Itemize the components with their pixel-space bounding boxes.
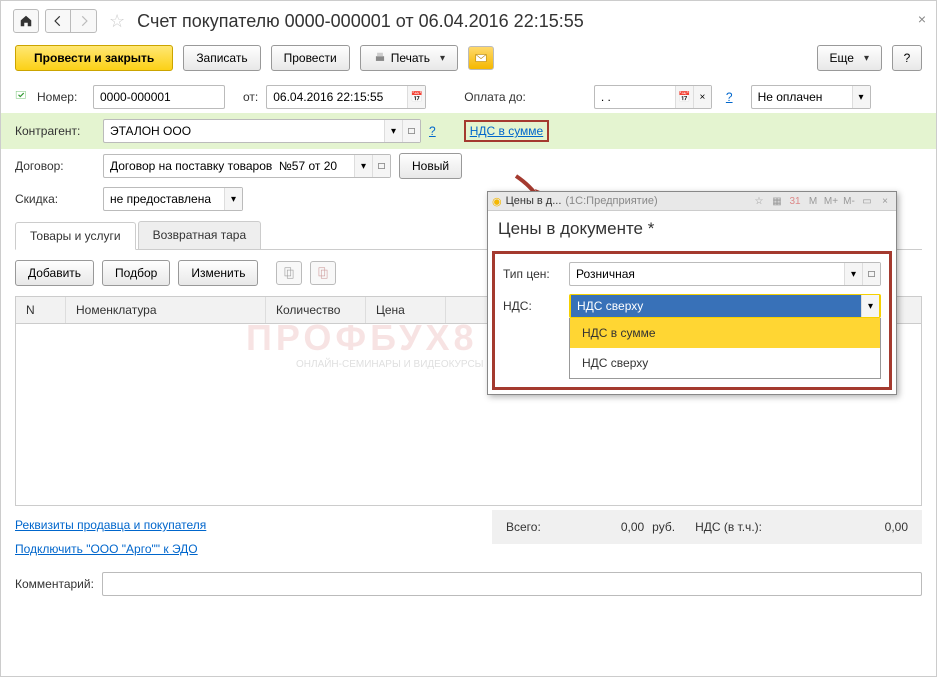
edit-button[interactable]: Изменить bbox=[178, 260, 258, 286]
col-item: Номенклатура bbox=[66, 297, 266, 323]
dd-item-vat-ontop[interactable]: НДС сверху bbox=[570, 348, 880, 378]
app-icon: ◉ bbox=[492, 195, 502, 208]
chevron-down-icon[interactable]: ▾ bbox=[384, 120, 402, 142]
tab-tara[interactable]: Возвратная тара bbox=[138, 221, 262, 249]
col-qty: Количество bbox=[266, 297, 366, 323]
open-icon[interactable]: □ bbox=[372, 155, 390, 177]
contractor-help[interactable]: ? bbox=[429, 124, 436, 138]
add-button[interactable]: Добавить bbox=[15, 260, 94, 286]
contract-input[interactable]: ▾□ bbox=[103, 154, 391, 178]
comment-label: Комментарий: bbox=[15, 577, 94, 591]
requisites-link[interactable]: Реквизиты продавца и покупателя bbox=[15, 518, 206, 532]
calc-icon[interactable]: ▦ bbox=[770, 194, 784, 208]
save-button[interactable]: Записать bbox=[183, 45, 260, 71]
price-type-label: Тип цен: bbox=[503, 267, 563, 281]
clear-icon[interactable]: × bbox=[693, 86, 711, 108]
vat-dropdown: НДС в сумме НДС сверху bbox=[569, 318, 881, 379]
discount-label: Скидка: bbox=[15, 192, 95, 206]
help-button[interactable]: ? bbox=[892, 45, 922, 71]
calendar-icon[interactable]: 📅 bbox=[675, 86, 693, 108]
paste-icon[interactable] bbox=[310, 261, 336, 285]
page-title: Счет покупателю 0000-000001 от 06.04.201… bbox=[137, 11, 584, 32]
total-label: Всего: bbox=[506, 520, 541, 534]
vat-select[interactable]: ▾ bbox=[569, 294, 881, 318]
date-label: от: bbox=[243, 90, 258, 104]
vat-link[interactable]: НДС в сумме bbox=[470, 124, 544, 138]
vat-label: НДС (в т.ч.): bbox=[695, 520, 762, 534]
mminus-icon[interactable]: M- bbox=[842, 194, 856, 208]
paydue-label: Оплата до: bbox=[464, 90, 526, 104]
copy-icon[interactable] bbox=[276, 261, 302, 285]
min-icon[interactable]: ▭ bbox=[860, 194, 874, 208]
calendar-icon[interactable]: 📅 bbox=[407, 86, 425, 108]
status-select[interactable]: ▾ bbox=[751, 85, 871, 109]
paydue-help[interactable]: ? bbox=[726, 90, 733, 104]
print-button[interactable]: Печать bbox=[360, 45, 458, 71]
contractor-label: Контрагент: bbox=[15, 124, 95, 138]
pick-button[interactable]: Подбор bbox=[102, 260, 170, 286]
mplus-icon[interactable]: M+ bbox=[824, 194, 838, 208]
popup-vat-label: НДС: bbox=[503, 299, 563, 313]
forward-button[interactable] bbox=[71, 9, 97, 33]
popup-header: Цены в документе * bbox=[488, 211, 896, 247]
tab-goods[interactable]: Товары и услуги bbox=[15, 222, 136, 250]
open-icon[interactable]: □ bbox=[862, 263, 880, 285]
chevron-down-icon[interactable]: ▾ bbox=[354, 155, 372, 177]
contract-label: Договор: bbox=[15, 159, 95, 173]
post-button[interactable]: Провести bbox=[271, 45, 350, 71]
number-input[interactable] bbox=[93, 85, 225, 109]
watermark-sub: ОНЛАЙН-СЕМИНАРЫ И ВИДЕОКУРСЫ 1С 8 bbox=[296, 359, 507, 370]
discount-select[interactable]: ▾ bbox=[103, 187, 243, 211]
paydue-input[interactable]: 📅× bbox=[594, 85, 712, 109]
home-button[interactable] bbox=[13, 9, 39, 33]
cal-icon[interactable]: 31 bbox=[788, 194, 802, 208]
open-icon[interactable]: □ bbox=[402, 120, 420, 142]
col-price: Цена bbox=[366, 297, 446, 323]
price-type-select[interactable]: ▾□ bbox=[569, 262, 881, 286]
mark-icon bbox=[15, 89, 29, 106]
vat-value: 0,00 bbox=[885, 520, 908, 534]
new-contract-button[interactable]: Новый bbox=[399, 153, 462, 179]
col-n: N bbox=[16, 297, 66, 323]
comment-input[interactable] bbox=[102, 572, 922, 596]
post-close-button[interactable]: Провести и закрыть bbox=[15, 45, 173, 71]
contractor-input[interactable]: ▾□ bbox=[103, 119, 421, 143]
popup-app: (1С:Предприятие) bbox=[565, 195, 657, 207]
number-label: Номер: bbox=[37, 90, 85, 104]
edo-link[interactable]: Подключить "ООО "Арго"" к ЭДО bbox=[15, 542, 206, 556]
more-button[interactable]: Еще bbox=[817, 45, 882, 71]
dd-item-vat-incl[interactable]: НДС в сумме bbox=[570, 318, 880, 348]
back-button[interactable] bbox=[45, 9, 71, 33]
popup-wintitle: Цены в д... bbox=[506, 195, 562, 207]
date-input[interactable]: 📅 bbox=[266, 85, 426, 109]
favorite-icon[interactable]: ☆ bbox=[109, 11, 125, 32]
chevron-down-icon[interactable]: ▾ bbox=[844, 263, 862, 285]
close-popup-icon[interactable]: × bbox=[878, 194, 892, 208]
mail-button[interactable] bbox=[468, 46, 494, 70]
close-icon[interactable]: × bbox=[918, 11, 926, 27]
chevron-down-icon[interactable]: ▾ bbox=[861, 295, 879, 317]
fav-icon[interactable]: ☆ bbox=[752, 194, 766, 208]
currency: руб. bbox=[652, 520, 675, 534]
total-value: 0,00 bbox=[621, 520, 644, 534]
prices-popup: ◉ Цены в д... (1С:Предприятие) ☆ ▦ 31 M … bbox=[487, 191, 897, 395]
chevron-down-icon[interactable]: ▾ bbox=[852, 86, 870, 108]
m-icon[interactable]: M bbox=[806, 194, 820, 208]
chevron-down-icon[interactable]: ▾ bbox=[224, 188, 242, 210]
